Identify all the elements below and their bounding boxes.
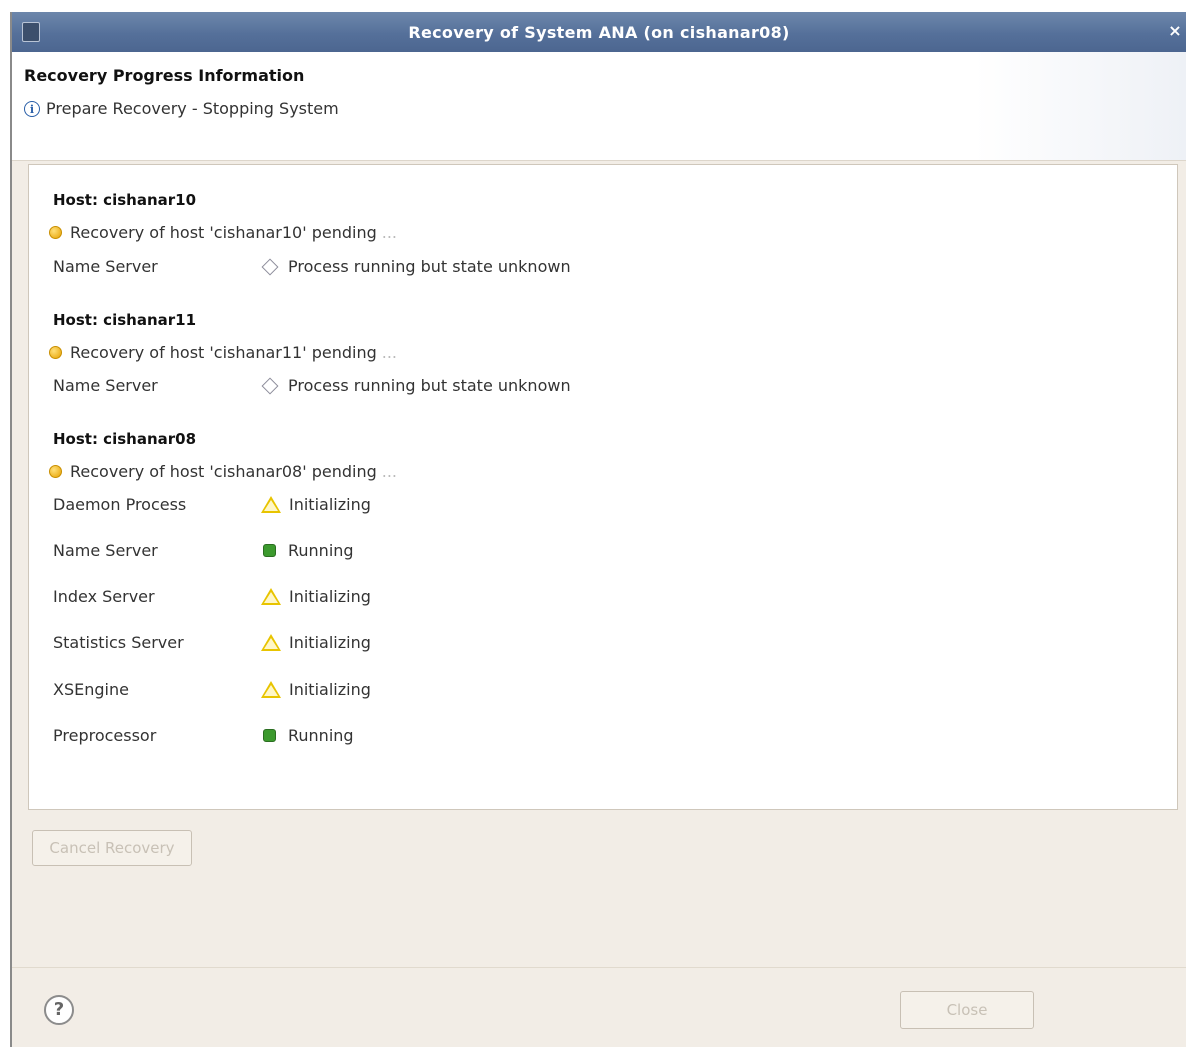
service-label: Name Server <box>53 257 158 276</box>
pending-text: Recovery of host 'cishanar08' pending <box>70 462 377 481</box>
service-status-text: Running <box>288 541 354 560</box>
diamond-icon <box>261 258 279 275</box>
host-pending-row: Recovery of host 'cishanar10' pending ..… <box>49 223 397 242</box>
service-status: Process running but state unknown <box>261 257 571 276</box>
service-status-text: Running <box>288 726 354 745</box>
service-status-text: Process running but state unknown <box>288 376 571 395</box>
pending-ellipsis: ... <box>381 343 397 362</box>
pending-clock-icon <box>49 465 62 478</box>
service-label: Preprocessor <box>53 726 157 745</box>
pending-text: Recovery of host 'cishanar10' pending <box>70 223 377 242</box>
hosts-panel: Host: cishanar10 Recovery of host 'cisha… <box>28 164 1178 810</box>
running-icon <box>263 729 276 742</box>
running-icon <box>263 544 276 557</box>
host-title: Host: cishanar10 <box>53 191 197 209</box>
footer-divider <box>12 967 1186 968</box>
host-pending-row: Recovery of host 'cishanar08' pending ..… <box>49 462 397 481</box>
service-status-text: Process running but state unknown <box>288 257 571 276</box>
step-text: Prepare Recovery - Stopping System <box>46 99 339 118</box>
close-icon[interactable]: × <box>1168 21 1182 40</box>
service-label: Name Server <box>53 541 158 560</box>
diamond-icon <box>261 377 279 394</box>
help-icon[interactable]: ? <box>44 995 74 1025</box>
service-label: Statistics Server <box>53 633 184 652</box>
service-status: Initializing <box>261 587 371 606</box>
close-button[interactable]: Close <box>900 991 1034 1029</box>
service-status-text: Initializing <box>289 633 371 652</box>
info-icon: i <box>24 100 40 117</box>
pending-ellipsis: ... <box>381 462 397 481</box>
service-status-text: Initializing <box>289 495 371 514</box>
service-status: Running <box>261 541 354 560</box>
service-status-text: Initializing <box>289 680 371 699</box>
warning-icon <box>261 681 281 698</box>
service-label: Daemon Process <box>53 495 187 514</box>
service-status: Running <box>261 726 354 745</box>
pending-clock-icon <box>49 226 62 239</box>
host-pending-row: Recovery of host 'cishanar11' pending ..… <box>49 343 397 362</box>
recovery-dialog: Recovery of System ANA (on cishanar08) ×… <box>10 12 1186 1047</box>
service-label: XSEngine <box>53 680 129 699</box>
host-title: Host: cishanar11 <box>53 311 197 329</box>
warning-icon <box>261 634 281 651</box>
step-info: i Prepare Recovery - Stopping System <box>24 99 339 118</box>
host-title: Host: cishanar08 <box>53 430 197 448</box>
service-status-text: Initializing <box>289 587 371 606</box>
window-title: Recovery of System ANA (on cishanar08) <box>408 23 790 42</box>
service-status: Process running but state unknown <box>261 376 571 395</box>
page-title: Recovery Progress Information <box>24 66 305 85</box>
pending-ellipsis: ... <box>381 223 397 242</box>
service-status: Initializing <box>261 495 371 514</box>
service-status: Initializing <box>261 633 371 652</box>
service-label: Name Server <box>53 376 158 395</box>
warning-icon <box>261 496 281 513</box>
service-label: Index Server <box>53 587 155 606</box>
pending-clock-icon <box>49 346 62 359</box>
cancel-recovery-button[interactable]: Cancel Recovery <box>32 830 192 866</box>
service-status: Initializing <box>261 680 371 699</box>
progress-header: Recovery Progress Information i Prepare … <box>12 52 1186 161</box>
warning-icon <box>261 588 281 605</box>
pending-text: Recovery of host 'cishanar11' pending <box>70 343 377 362</box>
title-bar[interactable]: Recovery of System ANA (on cishanar08) × <box>12 12 1186 52</box>
